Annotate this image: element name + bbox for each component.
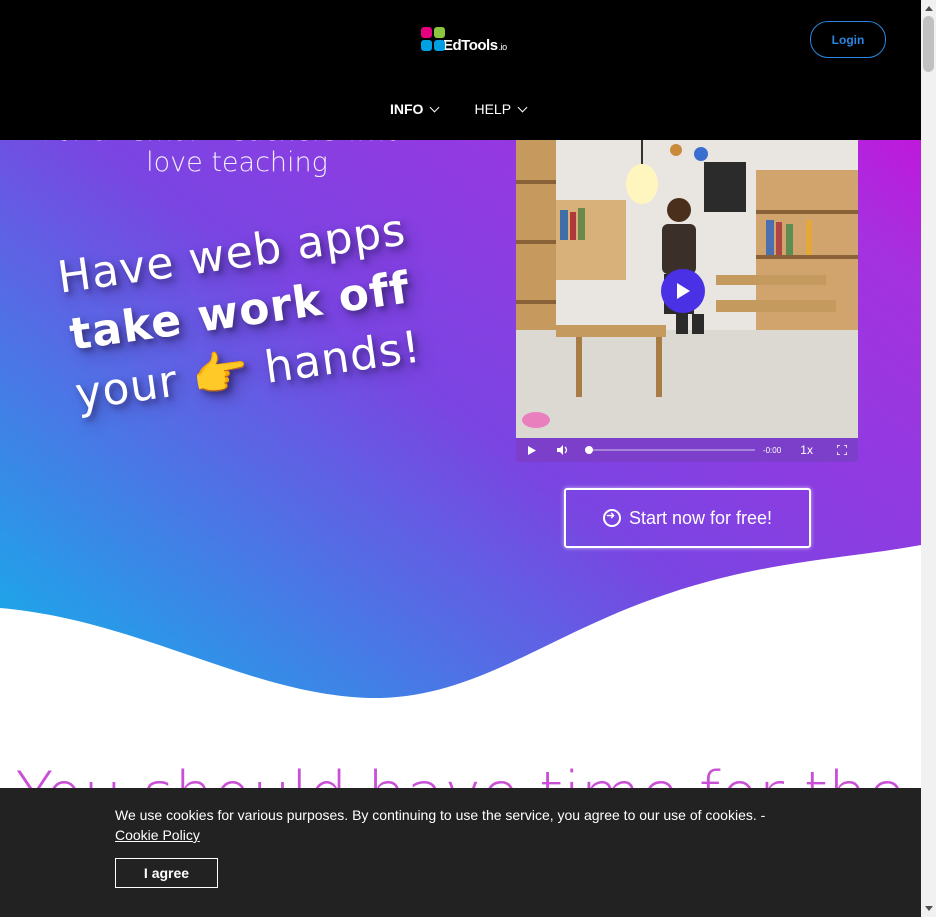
video-controls: -0:00 1x	[516, 438, 858, 462]
progress-handle[interactable]	[585, 446, 594, 454]
start-free-button[interactable]: Start now for free!	[564, 488, 811, 548]
nav-label: HELP	[474, 101, 512, 117]
control-play-button[interactable]	[516, 438, 548, 462]
volume-button[interactable]	[548, 438, 580, 462]
tagline-line2: love teaching	[146, 147, 328, 178]
cookie-banner: We use cookies for various purposes. By …	[0, 788, 921, 917]
play-icon	[527, 445, 536, 455]
play-icon	[677, 283, 690, 299]
scrollbar[interactable]	[921, 0, 936, 917]
progress-track	[585, 449, 756, 451]
chevron-down-icon	[430, 102, 440, 112]
start-free-label: Start now for free!	[628, 507, 773, 528]
pointing-hand-icon: 👉	[188, 342, 254, 405]
progress-bar[interactable]	[585, 438, 756, 462]
page: For all smart teachers who ❤ love teachi…	[0, 0, 921, 917]
arrow-circle-right-icon	[602, 509, 621, 527]
fullscreen-icon	[837, 445, 848, 455]
cookie-message: We use cookies for various purposes. By …	[115, 807, 766, 823]
scroll-down-icon[interactable]	[925, 906, 933, 911]
play-button[interactable]	[661, 269, 705, 313]
main-nav: INFO HELP	[390, 101, 528, 117]
slogan-line3-start: your	[72, 355, 182, 421]
cookie-policy-link[interactable]: Cookie Policy	[115, 827, 200, 843]
scrollbar-thumb[interactable]	[923, 16, 934, 72]
login-button[interactable]: Login	[810, 21, 886, 58]
logo-text: EdTools.io	[443, 36, 507, 54]
video-player[interactable]: -0:00 1x	[516, 140, 858, 462]
nav-item-info[interactable]: INFO	[390, 101, 440, 117]
nav-label: INFO	[390, 101, 424, 117]
logo-icon	[421, 27, 445, 53]
fullscreen-button[interactable]	[826, 438, 858, 462]
chevron-down-icon	[517, 102, 528, 112]
logo[interactable]: EdTools.io	[421, 27, 507, 54]
nav-item-help[interactable]: HELP	[474, 101, 528, 117]
scroll-up-icon[interactable]	[925, 6, 933, 11]
agree-button[interactable]: I agree	[115, 858, 218, 888]
volume-icon	[557, 445, 568, 455]
speed-button[interactable]: 1x	[787, 443, 827, 457]
cookie-text: We use cookies for various purposes. By …	[115, 805, 795, 845]
site-header: EdTools.io Login INFO HELP	[0, 0, 921, 140]
time-remaining: -0:00	[762, 445, 782, 455]
